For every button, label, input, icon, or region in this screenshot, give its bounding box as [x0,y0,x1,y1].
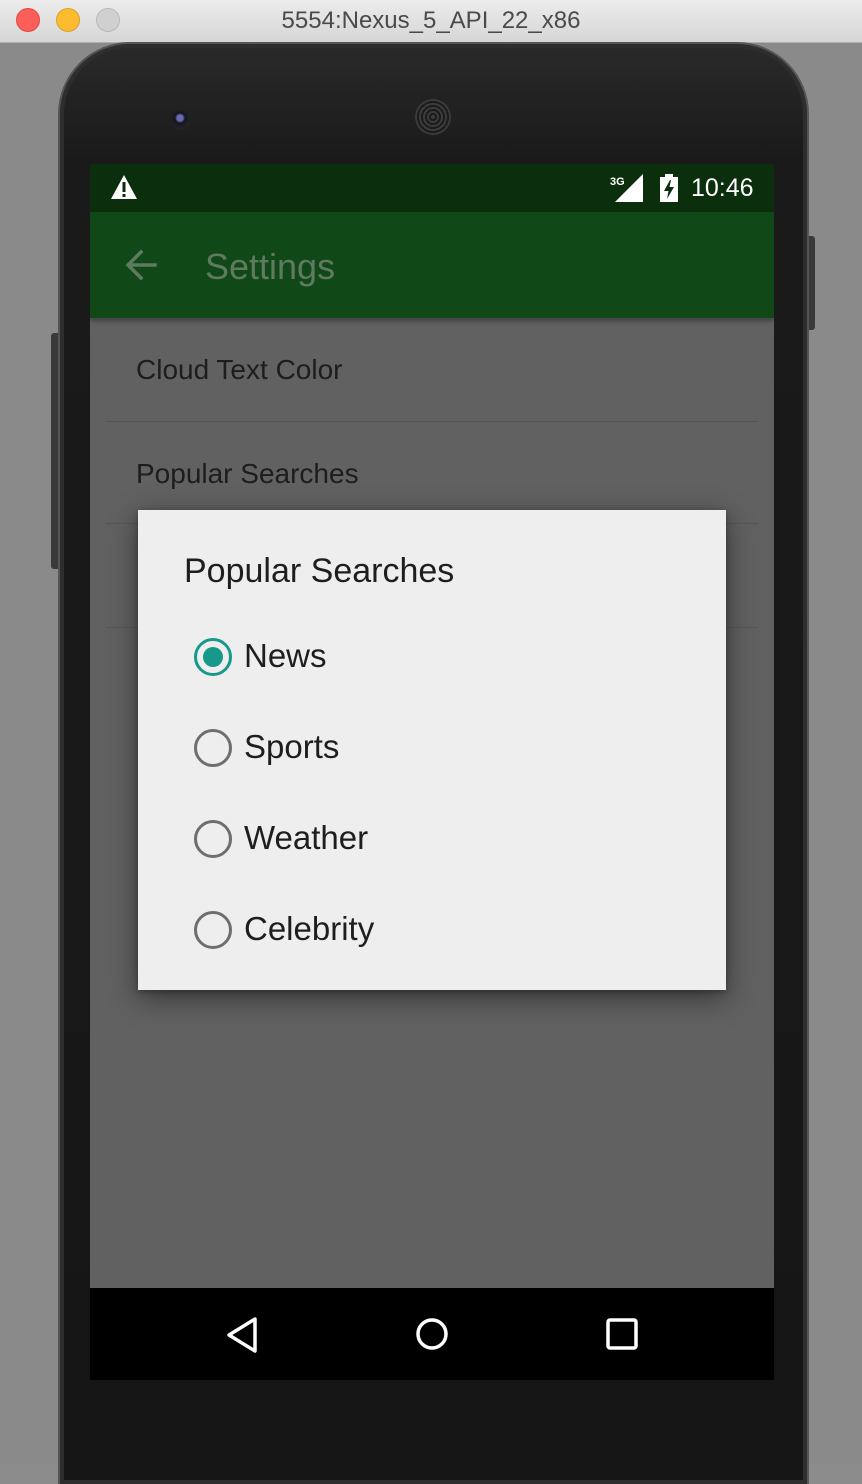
option-news[interactable]: News [192,627,692,687]
signal-icon: 3G [610,174,643,202]
popular-searches-dialog: Popular Searches News Sports Weather Cel… [138,510,726,990]
device-screen: 3G 10:46 Settings Cloud Text Color Popul… [90,164,774,1380]
warning-icon [111,175,137,199]
option-label: News [244,637,327,674]
window-titlebar: 5554:Nexus_5_API_22_x86 [0,0,862,43]
option-label: Celebrity [244,910,375,947]
page-title: Settings [205,246,336,287]
front-camera-icon [171,110,191,130]
divider [106,421,758,422]
network-type-label: 3G [610,176,625,188]
dialog-title: Popular Searches [184,552,455,590]
option-label: Weather [244,819,369,856]
radio-button[interactable] [194,911,232,949]
status-bar: 3G 10:46 [90,164,774,212]
radio-button[interactable] [194,729,232,767]
radio-button[interactable] [194,820,232,858]
status-clock: 10:46 [691,174,754,202]
option-sports[interactable]: Sports [192,718,692,778]
battery-charging-icon [660,174,678,202]
speaker-grille-icon [415,99,451,135]
navigation-bar [90,1288,774,1380]
recents-square-icon[interactable] [603,1315,641,1353]
power-button[interactable] [806,236,815,330]
radio-button-checked[interactable] [194,638,232,676]
option-celebrity[interactable]: Celebrity [192,900,692,960]
pref-cloud-text-color[interactable]: Cloud Text Color [136,354,342,386]
option-label: Sports [244,728,340,765]
light-sensor-icon [690,113,698,121]
back-triangle-icon[interactable] [223,1315,263,1355]
window-title: 5554:Nexus_5_API_22_x86 [281,7,581,34]
option-weather[interactable]: Weather [192,809,692,869]
home-circle-icon[interactable] [412,1314,452,1354]
app-bar: Settings [90,212,774,318]
proximity-sensor-icon [664,111,676,123]
pref-popular-searches[interactable]: Popular Searches [136,458,359,490]
arrow-back-icon[interactable] [124,248,158,282]
